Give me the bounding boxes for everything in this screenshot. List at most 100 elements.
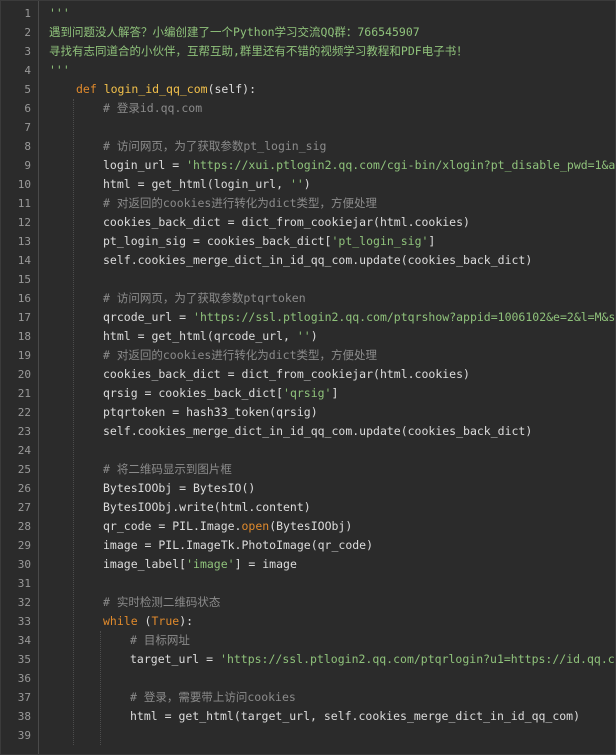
code-line: qrcode_url = 'https://ssl.ptlogin2.qq.co… — [103, 308, 615, 327]
code-token: # 登录id.qq.com — [103, 101, 203, 115]
code-line: # 对返回的cookies进行转化为dict类型，方便处理 — [103, 194, 377, 213]
code-line: qrsig = cookies_back_dict['qrsig'] — [103, 384, 338, 403]
code-token: html = get_html(target_url, self.cookies… — [130, 709, 581, 723]
code-token: while — [103, 614, 145, 628]
code-token: ) — [310, 329, 318, 343]
code-line: qr_code = PIL.Image.open(BytesIOObj) — [103, 517, 352, 536]
line-number: 32 — [17, 596, 31, 609]
line-number: 24 — [17, 444, 31, 457]
code-line: 寻找有志同道合的小伙伴，互帮互助,群里还有不错的视频学习教程和PDF电子书！ — [49, 42, 468, 61]
code-line: ''' — [49, 4, 70, 23]
code-token: '' — [296, 329, 311, 343]
code-line: BytesIOObj = BytesIO() — [103, 479, 255, 498]
line-number-gutter: 1 2 3 4 5 6 7 8 9 10 11 12 13 14 15 16 17 18 19 20 21 22 23 24 2… — [1, 1, 39, 754]
line-number: 10 — [17, 178, 31, 191]
code-token: 'https://ssl.ptlogin2.qq.com/ptqrlogin?u… — [220, 652, 615, 666]
line-number: 4 — [24, 64, 31, 77]
line-number: 21 — [17, 387, 31, 400]
line-number: 18 — [17, 330, 31, 343]
code-token: ] = image — [234, 557, 297, 571]
code-line: pt_login_sig = cookies_back_dict['pt_log… — [103, 232, 435, 251]
line-number: 35 — [17, 653, 31, 666]
code-token: # 实时检测二维码状态 — [103, 595, 221, 609]
code-token: html = get_html(qrcode_url, — [103, 329, 297, 343]
line-number: 17 — [17, 311, 31, 324]
line-number: 29 — [17, 539, 31, 552]
line-number: 12 — [17, 216, 31, 229]
line-number: 7 — [24, 121, 31, 134]
code-token: qrcode_url = — [103, 310, 194, 324]
line-number: 38 — [17, 710, 31, 723]
line-number: 23 — [17, 425, 31, 438]
code-token: # 访问网页，为了获取参数ptqrtoken — [103, 291, 306, 305]
line-number: 2 — [24, 26, 31, 39]
code-token: (BytesIOObj) — [269, 519, 353, 533]
code-line: html = get_html(login_url, '') — [103, 175, 311, 194]
line-number: 31 — [17, 577, 31, 590]
code-line: # 对返回的cookies进行转化为dict类型，方便处理 — [103, 346, 377, 365]
code-line: BytesIOObj.write(html.content) — [103, 498, 311, 517]
code-line: ptqrtoken = hash33_token(qrsig) — [103, 403, 318, 422]
code-line: self.cookies_merge_dict_in_id_qq_com.upd… — [103, 422, 532, 441]
code-token: qrsig = cookies_back_dict[ — [103, 386, 284, 400]
code-token: BytesIOObj.write(html.content) — [103, 500, 311, 514]
code-token: image_label[ — [103, 557, 187, 571]
line-number: 8 — [24, 140, 31, 153]
code-line: ''' — [49, 61, 70, 80]
code-token: open — [241, 519, 270, 533]
line-number: 27 — [17, 501, 31, 514]
indent-guide — [100, 631, 101, 745]
code-token: '' — [289, 177, 304, 191]
code-line: self.cookies_merge_dict_in_id_qq_com.upd… — [103, 251, 532, 270]
code-token: 'https://ssl.ptlogin2.qq.com/ptqrshow?ap… — [193, 310, 615, 324]
line-number: 28 — [17, 520, 31, 533]
code-line: def login_id_qq_com(self): — [76, 80, 256, 99]
line-number: 15 — [17, 273, 31, 286]
code-line: 遇到问题没人解答？小编创建了一个Python学习交流QQ群：766545907 — [49, 23, 420, 42]
code-token: pt_login_sig = cookies_back_dict[ — [103, 234, 332, 248]
code-token: ''' — [49, 6, 70, 20]
line-number: 16 — [17, 292, 31, 305]
code-token: ] — [428, 234, 436, 248]
code-token: # 对返回的cookies进行转化为dict类型，方便处理 — [103, 196, 378, 210]
code-token: # 对返回的cookies进行转化为dict类型，方便处理 — [103, 348, 378, 362]
code-token: 遇到问题没人解答？小编创建了一个Python学习交流QQ群：766545907 — [49, 25, 420, 39]
code-area: ''' 遇到问题没人解答？小编创建了一个Python学习交流QQ群：7665459… — [39, 1, 615, 754]
code-token: cookies_back_dict = dict_from_cookiejar(… — [103, 215, 470, 229]
code-token: 'qrsig' — [283, 386, 332, 400]
code-line: # 实时检测二维码状态 — [103, 593, 220, 612]
code-token: 'https://xui.ptlogin2.qq.com/cgi-bin/xlo… — [186, 158, 615, 172]
code-line: image_label['image'] = image — [103, 555, 297, 574]
code-token: (self): — [207, 82, 257, 96]
line-number: 34 — [17, 634, 31, 647]
line-number: 5 — [24, 83, 31, 96]
line-number: 6 — [24, 102, 31, 115]
code-token: ''' — [49, 63, 70, 77]
code-token: cookies_back_dict = dict_from_cookiejar(… — [103, 367, 470, 381]
line-number: 14 — [17, 254, 31, 267]
code-line: # 访问网页，为了获取参数pt_login_sig — [103, 137, 326, 156]
code-token: ptqrtoken = hash33_token(qrsig) — [103, 405, 318, 419]
code-line: cookies_back_dict = dict_from_cookiejar(… — [103, 365, 470, 384]
code-token: login_url = — [103, 158, 187, 172]
code-token: # 将二维码显示到图片框 — [103, 462, 232, 476]
indent-guide — [73, 99, 74, 745]
code-line: login_url = 'https://xui.ptlogin2.qq.com… — [103, 156, 615, 175]
code-token: def — [76, 82, 104, 96]
code-token: True — [151, 614, 180, 628]
code-editor: 1 2 3 4 5 6 7 8 9 10 11 12 13 14 15 16 17 18 19 20 21 22 23 24 2… — [0, 0, 616, 755]
code-line: # 将二维码显示到图片框 — [103, 460, 232, 479]
code-line: image = PIL.ImageTk.PhotoImage(qr_code) — [103, 536, 373, 555]
code-token: BytesIOObj = BytesIO() — [103, 481, 256, 495]
code-line: while (True): — [103, 612, 193, 631]
line-number: 13 — [17, 235, 31, 248]
line-number: 19 — [17, 349, 31, 362]
code-line: # 登录id.qq.com — [103, 99, 202, 118]
line-number: 37 — [17, 691, 31, 704]
code-token: 'image' — [186, 557, 235, 571]
code-line: html = get_html(qrcode_url, '') — [103, 327, 318, 346]
code-token: html = get_html(login_url, — [103, 177, 290, 191]
line-number: 22 — [17, 406, 31, 419]
code-token: login_id_qq_com — [103, 82, 208, 96]
line-number: 9 — [24, 159, 31, 172]
